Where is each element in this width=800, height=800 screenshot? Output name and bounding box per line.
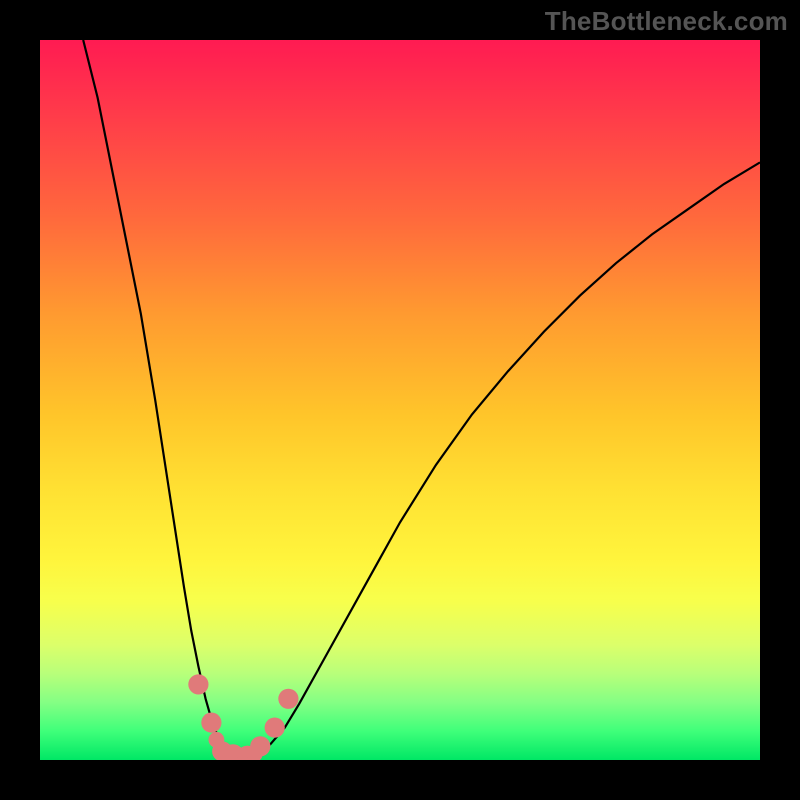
- watermark-text: TheBottleneck.com: [545, 6, 788, 37]
- plot-area: [40, 40, 760, 760]
- marker-dot: [278, 689, 298, 709]
- curve-layer: [40, 40, 760, 760]
- marker-dot: [201, 713, 221, 733]
- marker-group: [188, 674, 298, 760]
- marker-dot: [188, 674, 208, 694]
- right-curve: [242, 162, 760, 757]
- chart-frame: TheBottleneck.com: [0, 0, 800, 800]
- marker-dot: [265, 718, 285, 738]
- marker-dot: [250, 736, 270, 756]
- left-curve: [83, 40, 241, 758]
